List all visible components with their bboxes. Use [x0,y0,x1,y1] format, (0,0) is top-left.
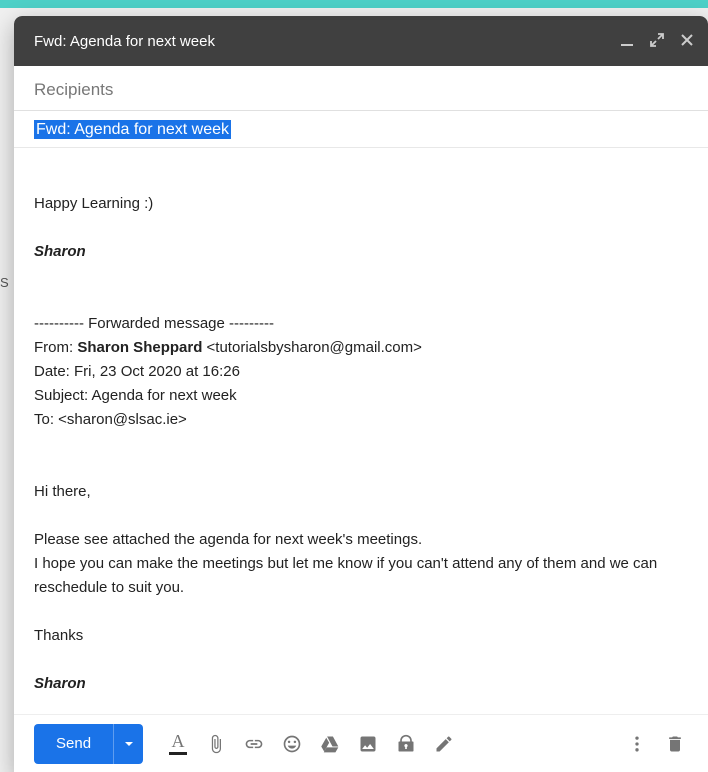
minimize-icon[interactable] [620,33,634,50]
body-greeting: Happy Learning :) [34,192,702,216]
subject-field[interactable]: Fwd: Agenda for next week [14,111,708,148]
fwd-to-line: To: <sharon@slsac.ie> [34,408,702,432]
fwd-from-name: Sharon Sheppard [77,339,202,356]
subject-text-selected: Fwd: Agenda for next week [34,120,231,139]
send-button-group: Send [34,724,143,764]
fwd-date-line: Date: Fri, 23 Oct 2020 at 16:26 [34,360,702,384]
app-header-strip [0,0,708,8]
body-hi: Hi there, [34,480,702,504]
signature-top: Sharon [34,243,86,260]
compose-window: Fwd: Agenda for next week Recipients Fwd… [14,16,708,772]
fwd-divider: ---------- Forwarded message --------- [34,312,702,336]
attach-file-icon[interactable] [197,725,235,763]
send-button[interactable]: Send [34,724,113,764]
background-fragment: S [0,275,9,290]
recipients-field[interactable]: Recipients [14,66,708,111]
discard-draft-icon[interactable] [656,725,694,763]
insert-photo-icon[interactable] [349,725,387,763]
formatting-options-icon[interactable]: A [159,725,197,763]
expand-icon[interactable] [650,33,664,50]
titlebar-controls [620,33,694,50]
confidential-mode-icon[interactable] [387,725,425,763]
fwd-subject-line: Subject: Agenda for next week [34,384,702,408]
compose-title: Fwd: Agenda for next week [34,33,620,50]
forwarded-header: ---------- Forwarded message --------- F… [34,312,702,432]
send-options-button[interactable] [113,724,143,764]
close-icon[interactable] [680,33,694,50]
body-thanks: Thanks [34,624,702,648]
body-p1: Please see attached the agenda for next … [34,528,702,552]
insert-emoji-icon[interactable] [273,725,311,763]
compose-titlebar: Fwd: Agenda for next week [14,16,708,66]
google-drive-icon[interactable] [311,725,349,763]
compose-toolbar: Send A [14,714,708,772]
more-options-icon[interactable] [618,725,656,763]
fwd-from-line: From: Sharon Sheppard <tutorialsbysharon… [34,336,702,360]
signature-bottom: Sharon [34,675,86,692]
body-p2: I hope you can make the meetings but let… [34,552,702,600]
insert-link-icon[interactable] [235,725,273,763]
message-body-container: Happy Learning :) Sharon ---------- Forw… [14,148,708,714]
fwd-from-email: <tutorialsbysharon@gmail.com> [202,339,422,356]
message-body[interactable]: Happy Learning :) Sharon ---------- Forw… [14,148,708,714]
fwd-from-label: From: [34,339,77,356]
insert-signature-icon[interactable] [425,725,463,763]
